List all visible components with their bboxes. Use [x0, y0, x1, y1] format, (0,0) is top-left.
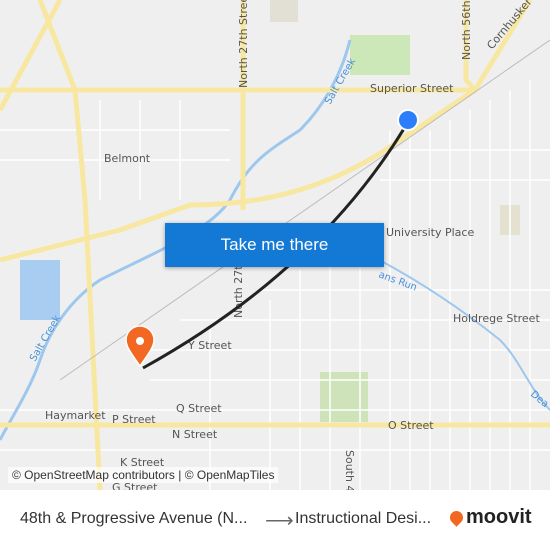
label-holdrege-street: Holdrege Street — [453, 312, 540, 325]
street-grid — [0, 80, 550, 490]
label-o-street: O Street — [388, 419, 434, 432]
origin-stop-name: 48th & Progressive Avenue (N... — [20, 510, 248, 527]
label-university-place: University Place — [386, 226, 474, 239]
label-superior-street: Superior Street — [370, 82, 454, 95]
label-haymarket: Haymarket — [45, 409, 106, 422]
moovit-logo[interactable]: moovit — [447, 506, 532, 529]
label-q-street: Q Street — [176, 402, 222, 415]
map-attribution[interactable]: © OpenStreetMap contributors | © OpenMap… — [8, 467, 279, 483]
label-north-56th: North 56th — [460, 0, 473, 60]
destination-name: Instructional Desi... — [295, 510, 432, 527]
label-north-27th-street: North 27th Street — [237, 0, 250, 88]
label-south-4: South 4 — [343, 450, 356, 490]
label-n-street: N Street — [172, 428, 218, 441]
origin-marker[interactable] — [397, 109, 419, 131]
destination-pin-icon[interactable] — [125, 325, 155, 368]
take-me-there-button[interactable]: Take me there — [165, 223, 384, 267]
label-salt-creek: Salt Creek — [28, 313, 63, 363]
map[interactable]: North 27th Street North 56th Cornhusker … — [0, 0, 550, 490]
campus — [270, 0, 298, 22]
label-p-street: P Street — [112, 413, 156, 426]
moovit-pin-icon — [447, 508, 466, 527]
park — [350, 35, 410, 75]
arrow-right-icon: ⟶ — [265, 510, 294, 532]
moovit-logo-text: moovit — [466, 506, 532, 528]
lake — [20, 260, 60, 320]
label-y-street: Y Street — [187, 339, 232, 352]
label-belmont: Belmont — [104, 152, 151, 165]
label-salt-creek: Salt Creek — [323, 56, 358, 106]
